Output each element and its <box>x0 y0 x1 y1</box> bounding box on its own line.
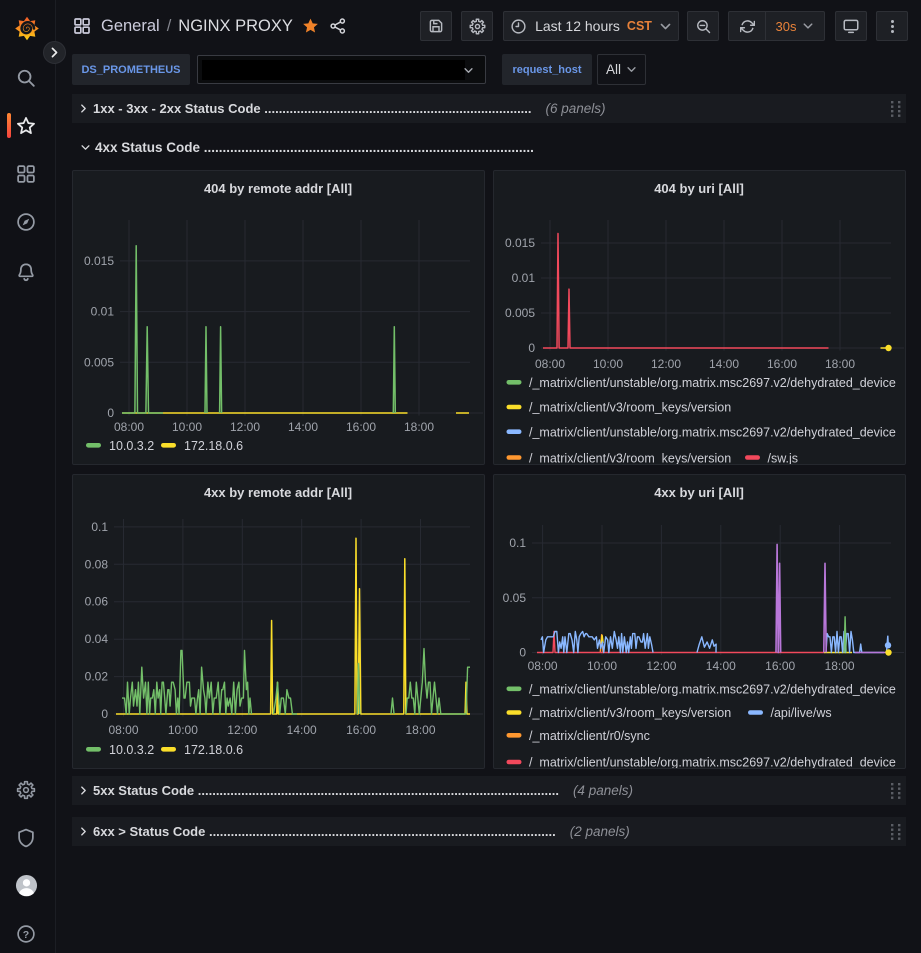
svg-text:18:00: 18:00 <box>825 357 855 371</box>
svg-text:/api/live/ws: /api/live/ws <box>771 706 832 720</box>
svg-text:0.02: 0.02 <box>85 670 109 684</box>
svg-text:18:00: 18:00 <box>405 723 435 737</box>
svg-text:14:00: 14:00 <box>706 659 736 673</box>
svg-text:0.015: 0.015 <box>84 254 114 268</box>
svg-text:08:00: 08:00 <box>108 723 138 737</box>
svg-text:/_matrix/client/unstable/org.m: /_matrix/client/unstable/org.matrix.msc2… <box>529 376 896 390</box>
svg-text:16:00: 16:00 <box>767 357 797 371</box>
svg-text:/_matrix/client/unstable/org.m: /_matrix/client/unstable/org.matrix.msc2… <box>529 425 896 439</box>
svg-text:12:00: 12:00 <box>227 723 257 737</box>
svg-text:0.04: 0.04 <box>85 632 109 646</box>
svg-text:?: ? <box>23 929 29 941</box>
svg-text:0: 0 <box>528 341 535 355</box>
svg-text:10:00: 10:00 <box>168 723 198 737</box>
svg-text:10:00: 10:00 <box>587 659 617 673</box>
svg-text:08:00: 08:00 <box>528 659 558 673</box>
svg-text:08:00: 08:00 <box>114 420 144 434</box>
svg-text:/_matrix/client/unstable/org.m: /_matrix/client/unstable/org.matrix.msc2… <box>529 683 896 697</box>
svg-text:/_matrix/client/v3/room_keys/v: /_matrix/client/v3/room_keys/version <box>529 401 731 415</box>
svg-text:08:00: 08:00 <box>535 357 565 371</box>
svg-text:0.005: 0.005 <box>84 355 114 369</box>
svg-text:404 by remote addr [All]: 404 by remote addr [All] <box>204 181 352 196</box>
svg-text:18:00: 18:00 <box>404 420 434 434</box>
svg-text:14:00: 14:00 <box>709 357 739 371</box>
svg-text:0: 0 <box>107 406 114 420</box>
svg-text:14:00: 14:00 <box>287 723 317 737</box>
svg-text:10:00: 10:00 <box>593 357 623 371</box>
svg-text:/sw.js: /sw.js <box>768 451 799 464</box>
svg-text:10.0.3.2: 10.0.3.2 <box>109 439 154 453</box>
svg-text:18:00: 18:00 <box>825 659 855 673</box>
svg-text:10:00: 10:00 <box>172 420 202 434</box>
svg-text:0.08: 0.08 <box>85 557 109 571</box>
svg-text:0: 0 <box>101 707 108 721</box>
svg-text:/_matrix/client/v3/room_keys/v: /_matrix/client/v3/room_keys/version <box>529 451 731 464</box>
svg-text:4xx by uri [All]: 4xx by uri [All] <box>654 485 744 500</box>
svg-text:12:00: 12:00 <box>230 420 260 434</box>
svg-text:12:00: 12:00 <box>646 659 676 673</box>
svg-text:10.0.3.2: 10.0.3.2 <box>109 743 154 757</box>
svg-text:4xx by remote addr [All]: 4xx by remote addr [All] <box>204 485 352 500</box>
svg-text:172.18.0.6: 172.18.0.6 <box>184 439 243 453</box>
svg-text:0: 0 <box>519 646 526 660</box>
svg-text:16:00: 16:00 <box>346 420 376 434</box>
svg-text:/_matrix/client/unstable/org.m: /_matrix/client/unstable/org.matrix.msc2… <box>529 756 896 768</box>
svg-text:0.1: 0.1 <box>91 520 108 534</box>
svg-text:0.005: 0.005 <box>505 306 535 320</box>
svg-text:/_matrix/client/r0/sync: /_matrix/client/r0/sync <box>529 729 650 743</box>
svg-text:12:00: 12:00 <box>651 357 681 371</box>
svg-text:14:00: 14:00 <box>288 420 318 434</box>
svg-text:0.01: 0.01 <box>91 305 115 319</box>
svg-text:0.1: 0.1 <box>509 536 526 550</box>
svg-text:0.05: 0.05 <box>503 591 527 605</box>
svg-text:172.18.0.6: 172.18.0.6 <box>184 743 243 757</box>
svg-text:0.06: 0.06 <box>85 595 109 609</box>
svg-text:0.015: 0.015 <box>505 236 535 250</box>
svg-text:0.01: 0.01 <box>512 271 536 285</box>
svg-text:16:00: 16:00 <box>346 723 376 737</box>
svg-text:16:00: 16:00 <box>765 659 795 673</box>
svg-text:404 by uri [All]: 404 by uri [All] <box>654 181 744 196</box>
svg-text:/_matrix/client/v3/room_keys/v: /_matrix/client/v3/room_keys/version <box>529 706 731 720</box>
